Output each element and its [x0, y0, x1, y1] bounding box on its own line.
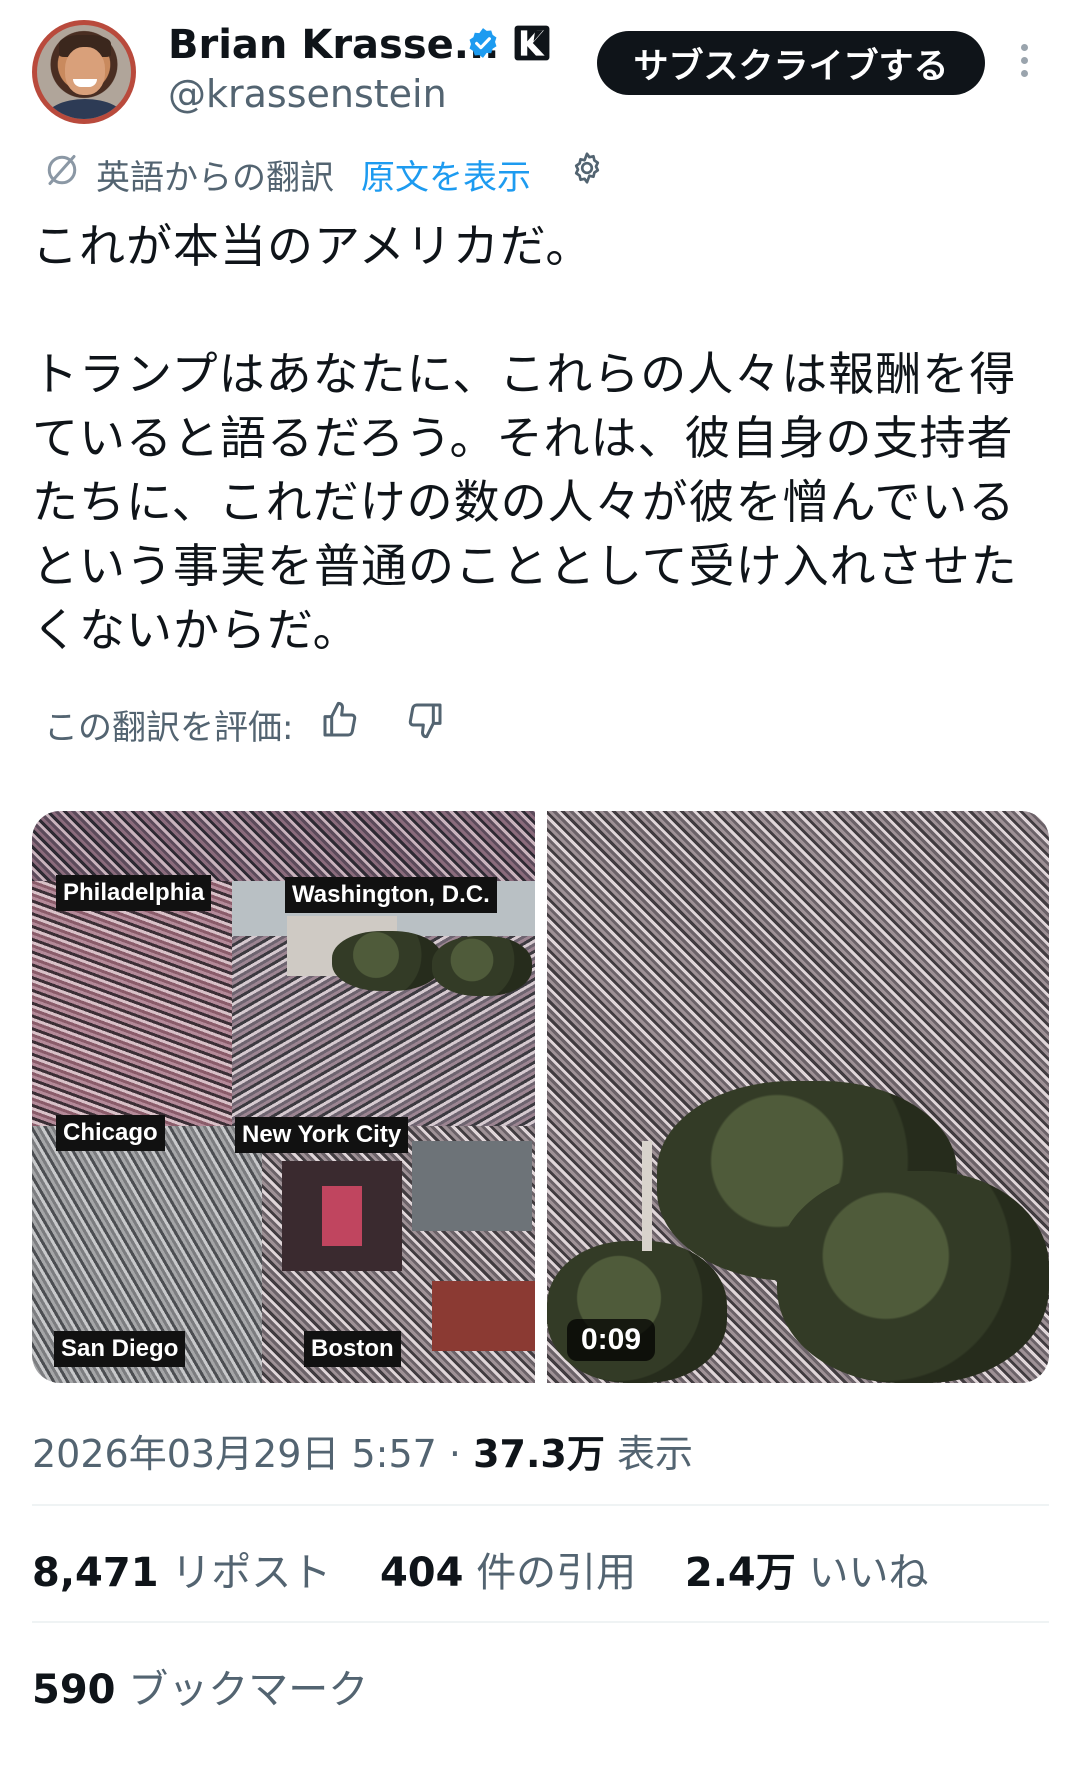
- collage-image[interactable]: Philadelphia Washington, D.C. Chicago Ne…: [32, 811, 535, 1383]
- thumbs-up-icon[interactable]: [320, 700, 360, 740]
- user-handle[interactable]: @krassenstein: [168, 72, 447, 116]
- city-label: Washington, D.C.: [285, 877, 497, 913]
- tweet-line-1: これが本当のアメリカだ。: [32, 219, 593, 273]
- video-duration: 0:09: [567, 1319, 656, 1361]
- city-label: Boston: [304, 1331, 401, 1367]
- translate-icon: [47, 155, 77, 185]
- tweet-meta: 2026年03月29日 5:57 · 37.3万 表示: [32, 1423, 693, 1478]
- engagement-stats: 8,471 リポスト 404 件の引用 2.4万 いいね: [32, 1540, 964, 1598]
- divider: [32, 1621, 1049, 1623]
- city-label: Chicago: [56, 1115, 165, 1151]
- video-thumbnail[interactable]: 0:09: [547, 811, 1049, 1383]
- rate-translation-label: この翻訳を評価:: [44, 708, 294, 748]
- show-original-link[interactable]: 原文を表示: [361, 150, 531, 199]
- translation-label: 英語からの翻訳: [96, 158, 334, 198]
- views-count: 37.3万: [473, 1432, 605, 1476]
- bookmarks-stat[interactable]: 590 ブックマーク: [32, 1657, 368, 1715]
- k-logo-icon: [514, 25, 550, 61]
- timestamp[interactable]: 2026年03月29日 5:57: [32, 1432, 437, 1476]
- divider: [32, 1504, 1049, 1506]
- tweet-text: これが本当のアメリカだ。 トランプはあなたに、これらの人々は報酬を得ていると語る…: [32, 214, 1052, 662]
- media-grid[interactable]: Philadelphia Washington, D.C. Chicago Ne…: [32, 811, 1049, 1383]
- city-label: New York City: [235, 1117, 409, 1153]
- meta-separator: ·: [448, 1432, 462, 1476]
- likes-stat[interactable]: 2.4万 いいね: [685, 1550, 929, 1596]
- reposts-stat[interactable]: 8,471 リポスト: [32, 1550, 331, 1596]
- subscribe-button[interactable]: サブスクライブする: [597, 31, 985, 95]
- avatar[interactable]: [32, 20, 136, 124]
- tweet-paragraph-2: トランプはあなたに、これらの人々は報酬を得ていると語るだろう。それは、彼自身の支…: [32, 347, 1018, 657]
- verified-badge-icon: [469, 28, 497, 58]
- quotes-stat[interactable]: 404 件の引用: [380, 1550, 636, 1596]
- gear-icon[interactable]: [569, 150, 605, 186]
- display-name[interactable]: Brian Krasse...: [168, 22, 499, 68]
- more-vertical-icon[interactable]: [1012, 44, 1036, 84]
- thumbs-down-icon[interactable]: [405, 700, 445, 740]
- city-label: San Diego: [54, 1331, 186, 1367]
- views-label: 表示: [616, 1432, 693, 1476]
- city-label: Philadelphia: [56, 875, 212, 911]
